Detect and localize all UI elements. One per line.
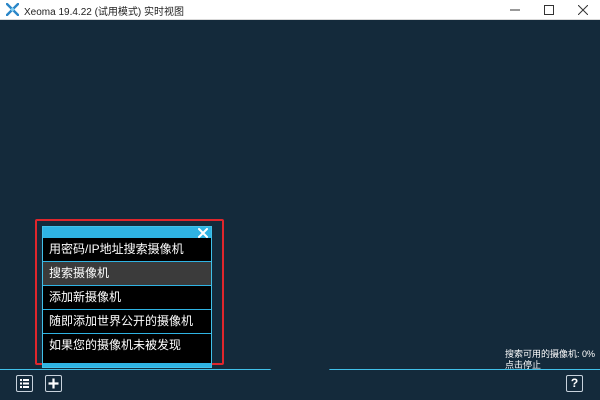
menu-item-search-by-password-ip[interactable]: 用密码/IP地址搜索摄像机 xyxy=(43,238,211,262)
search-progress-text: 搜索可用的摄像机: 0% xyxy=(505,349,596,359)
close-icon[interactable] xyxy=(198,228,208,238)
menu-item-add-new-camera[interactable]: 添加新摄像机 xyxy=(43,286,211,310)
plus-icon xyxy=(48,378,59,389)
list-icon xyxy=(20,379,29,388)
add-camera-menu: 用密码/IP地址搜索摄像机 搜索摄像机 添加新摄像机 随即添加世界公开的摄像机 … xyxy=(42,226,212,368)
help-label: ? xyxy=(570,376,579,390)
help-button[interactable]: ? xyxy=(566,375,583,392)
xeoma-logo-icon xyxy=(6,3,19,16)
menu-footer xyxy=(43,363,211,367)
bottom-toolbar: ? xyxy=(0,369,600,400)
toolbar-divider xyxy=(0,369,600,370)
menu-item-add-public-camera[interactable]: 随即添加世界公开的摄像机 xyxy=(43,310,211,334)
menu-item-search-cameras[interactable]: 搜索摄像机 xyxy=(43,262,211,286)
search-status[interactable]: 搜索可用的摄像机: 0% 点击停止 xyxy=(505,349,595,371)
menu-header xyxy=(43,227,211,238)
title-bar: Xeoma 19.4.22 (试用模式) 实时视图 xyxy=(0,0,600,20)
menu-item-camera-not-found[interactable]: 如果您的摄像机未被发现 xyxy=(43,334,211,358)
close-icon xyxy=(578,5,588,15)
minimize-icon xyxy=(510,9,520,11)
maximize-button[interactable] xyxy=(532,0,566,20)
window-title: Xeoma 19.4.22 (试用模式) 实时视图 xyxy=(24,7,185,18)
camera-list-button[interactable] xyxy=(16,375,33,392)
add-camera-button[interactable] xyxy=(45,375,62,392)
close-button[interactable] xyxy=(566,0,600,20)
maximize-icon xyxy=(544,5,554,15)
minimize-button[interactable] xyxy=(498,0,532,20)
